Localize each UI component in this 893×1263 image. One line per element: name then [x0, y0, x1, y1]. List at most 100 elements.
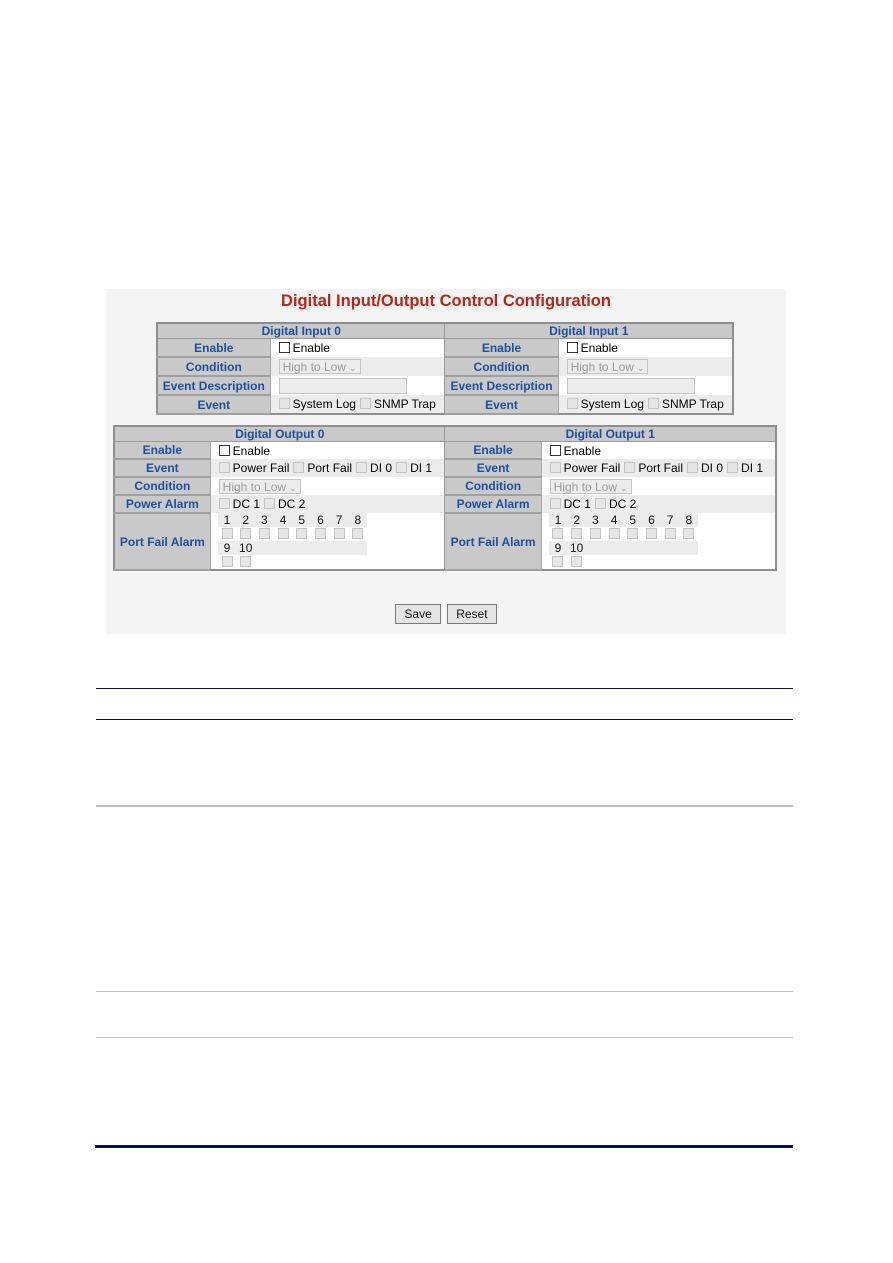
do1-condition-select[interactable]: High to Low ⌄	[549, 478, 632, 494]
do1-di0-checkbox[interactable]	[687, 462, 699, 473]
do0-port-7-checkbox[interactable]	[333, 528, 345, 539]
do0-port-6-checkbox[interactable]	[314, 528, 326, 539]
do0-port-9-checkbox[interactable]	[221, 556, 233, 567]
do1-condition-label: Condition	[444, 476, 542, 496]
digital-input-1-header: Digital Input 1	[444, 322, 734, 339]
di1-snmp-trap-checkbox[interactable]	[647, 398, 659, 409]
do0-port-10-checkbox[interactable]	[240, 556, 252, 567]
do1-port-8-checkbox[interactable]	[683, 528, 695, 539]
do0-port-4-checkbox[interactable]	[277, 528, 289, 539]
port-number: 7	[660, 513, 680, 527]
do0-dc1-label: DC 1	[232, 497, 261, 511]
do1-port-fail-checkbox[interactable]	[624, 462, 636, 473]
form-buttons: Save Reset	[106, 604, 786, 624]
do0-port-2-checkbox[interactable]	[240, 528, 252, 539]
do1-port-fail-alarm-cell: 1 2 3 4 5 6 7 8 9 10	[541, 513, 777, 570]
do0-condition-select[interactable]: High to Low ⌄	[218, 478, 301, 494]
do1-enable-checkbox-label: Enable	[563, 443, 602, 458]
do1-port-fail-label: Port Fail	[638, 461, 684, 475]
do1-port-10-checkbox[interactable]	[571, 556, 583, 567]
do1-dc2-checkbox[interactable]	[594, 498, 606, 509]
port-number: 8	[679, 513, 699, 527]
do0-port-5-checkbox[interactable]	[296, 528, 308, 539]
di0-condition-select[interactable]: High to Low ⌄	[278, 359, 361, 374]
do0-port-fail-label: Port Fail	[307, 461, 353, 475]
do0-port-1-checkbox[interactable]	[221, 528, 233, 539]
do0-di1-checkbox[interactable]	[396, 462, 408, 473]
di0-event-description-input[interactable]	[278, 377, 407, 394]
di1-condition-select[interactable]: High to Low ⌄	[566, 359, 649, 374]
do1-dc1-checkbox[interactable]	[549, 498, 561, 509]
do1-event-cell: Power Fail Port Fail DI 0 DI 1	[541, 459, 777, 477]
port-number: 9	[217, 541, 237, 555]
port-number: 1	[217, 513, 237, 527]
di0-system-log-checkbox[interactable]	[278, 398, 290, 409]
do0-enable-cell: Enable	[210, 441, 446, 459]
do0-dc2-checkbox[interactable]	[264, 498, 276, 509]
di0-condition-label: Condition	[156, 356, 271, 377]
do1-port-4-checkbox[interactable]	[608, 528, 620, 539]
do1-event-label: Event	[444, 458, 542, 478]
do1-power-alarm-cell: DC 1 DC 2	[541, 495, 777, 513]
do0-dc2-label: DC 2	[278, 497, 306, 511]
port-number: 1	[548, 513, 568, 527]
do1-power-alarm-label: Power Alarm	[444, 494, 542, 514]
do1-di1-label: DI 1	[741, 461, 764, 475]
table-row-divider	[96, 991, 793, 992]
do0-di0-label: DI 0	[370, 461, 393, 475]
save-button[interactable]: Save	[395, 604, 441, 624]
do1-port-fail-alarm-label: Port Fail Alarm	[444, 512, 542, 571]
do1-di0-label: DI 0	[701, 461, 724, 475]
do1-port-9-checkbox[interactable]	[552, 556, 564, 567]
digital-input-0-header: Digital Input 0	[156, 322, 446, 339]
do0-condition-label: Condition	[113, 476, 211, 496]
port-number: 8	[348, 513, 368, 527]
di0-event-description-cell	[270, 376, 446, 395]
di1-event-label: Event	[444, 394, 559, 415]
do0-port-fail-checkbox[interactable]	[293, 462, 305, 473]
do1-port-grid: 1 2 3 4 5 6 7 8 9 10	[548, 513, 699, 569]
di0-enable-cell: Enable	[270, 338, 446, 357]
do0-port-grid: 1 2 3 4 5 6 7 8 9 10	[217, 513, 368, 569]
do1-port-2-checkbox[interactable]	[571, 528, 583, 539]
do0-dc1-checkbox[interactable]	[218, 498, 230, 509]
do0-di1-label: DI 1	[410, 461, 433, 475]
chevron-down-icon: ⌄	[636, 363, 645, 373]
do0-port-8-checkbox[interactable]	[352, 528, 364, 539]
do0-port-3-checkbox[interactable]	[258, 528, 270, 539]
do0-event-label: Event	[113, 458, 211, 478]
port-number: 4	[273, 513, 293, 527]
do0-di0-checkbox[interactable]	[356, 462, 368, 473]
table-row-divider	[96, 1037, 793, 1038]
do1-power-fail-checkbox[interactable]	[549, 462, 561, 473]
chevron-down-icon: ⌄	[348, 363, 357, 373]
di0-enable-checkbox[interactable]	[278, 342, 290, 353]
do0-power-alarm-label: Power Alarm	[113, 494, 211, 514]
port-number: 6	[311, 513, 330, 527]
do1-port-1-checkbox[interactable]	[552, 528, 564, 539]
do1-port-7-checkbox[interactable]	[664, 528, 676, 539]
do0-enable-checkbox[interactable]	[218, 444, 230, 456]
di1-system-log-checkbox[interactable]	[566, 398, 578, 409]
di0-enable-label: Enable	[156, 338, 271, 358]
dio-config-panel: Digital Input/Output Control Configurati…	[106, 289, 786, 634]
do1-port-3-checkbox[interactable]	[589, 528, 601, 539]
do1-di1-checkbox[interactable]	[727, 462, 739, 473]
chevron-down-icon: ⌄	[620, 482, 628, 493]
di0-snmp-trap-checkbox[interactable]	[359, 398, 371, 409]
do1-port-5-checkbox[interactable]	[627, 528, 639, 539]
di1-enable-checkbox[interactable]	[566, 342, 578, 353]
do1-enable-checkbox[interactable]	[549, 444, 561, 456]
do1-port-6-checkbox[interactable]	[645, 528, 657, 539]
do0-condition-value: High to Low	[222, 479, 287, 494]
do1-enable-label: Enable	[444, 441, 542, 460]
di0-event-label: Event	[156, 394, 271, 415]
do1-enable-cell: Enable	[541, 441, 777, 459]
digital-output-table: Digital Output 0 Digital Output 1 Enable…	[113, 425, 777, 571]
reset-button[interactable]: Reset	[447, 604, 497, 624]
di0-snmp-trap-label: SNMP Trap	[373, 397, 436, 411]
digital-output-1-header: Digital Output 1	[444, 425, 777, 442]
do0-power-fail-checkbox[interactable]	[218, 462, 230, 473]
do0-enable-label: Enable	[113, 441, 211, 460]
di1-event-description-input[interactable]	[566, 377, 695, 394]
